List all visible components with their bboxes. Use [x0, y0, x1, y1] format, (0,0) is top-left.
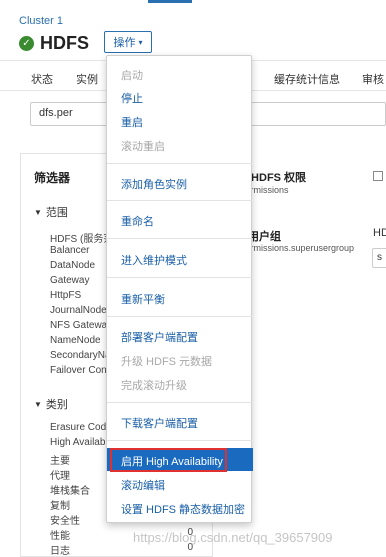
tab-status[interactable]: 状态 — [31, 71, 53, 87]
filter-title: 筛选器 — [34, 171, 71, 185]
menu-divider — [107, 316, 253, 317]
menu-item-download-client[interactable]: 下载客户端配置 — [121, 415, 198, 431]
service-name: HDFS — [40, 32, 89, 53]
filter-section-scope[interactable]: ▼ 范围 — [34, 204, 68, 220]
active-nav-indicator — [148, 0, 192, 3]
cluster-link[interactable]: Cluster 1 — [19, 15, 63, 27]
filter-section-category[interactable]: ▼ 类别 — [34, 396, 68, 412]
menu-divider — [107, 402, 253, 403]
chevron-down-icon: ▼ — [34, 399, 42, 409]
menu-item-finalize-upgrade: 完成滚动升级 — [121, 380, 187, 392]
tab-audit[interactable]: 审核 — [362, 71, 384, 87]
actions-label: 操作 — [113, 37, 136, 49]
menu-divider — [107, 200, 253, 201]
filter-section-label: 范围 — [45, 207, 68, 219]
menu-item-stop[interactable]: 停止 — [121, 90, 143, 106]
watermark: https://blog.csdn.net/qq_39657909 — [133, 530, 333, 545]
menu-divider — [107, 440, 253, 441]
chevron-down-icon: ▼ — [34, 207, 42, 217]
chevron-down-icon: ▾ — [138, 37, 143, 47]
menu-divider — [107, 238, 253, 239]
menu-divider — [107, 277, 253, 278]
menu-item-rename[interactable]: 重命名 — [121, 213, 154, 229]
actions-button[interactable]: 操作 ▾ — [104, 31, 152, 53]
actions-dropdown-menu: 启动 停止 重启 滚动重启 添加角色实例 重命名 进入维护模式 重新平衡 部署客… — [106, 55, 253, 523]
tab-instances[interactable]: 实例 — [76, 71, 98, 87]
permissions-checkbox[interactable] — [373, 171, 383, 181]
status-ok-icon: ✓ — [19, 35, 34, 51]
menu-item-rolling-restart: 滚动重启 — [121, 141, 165, 153]
menu-divider — [107, 163, 253, 164]
menu-item-rolling-edit[interactable]: 滚动编辑 — [121, 477, 165, 493]
menu-item-maintenance[interactable]: 进入维护模式 — [121, 252, 187, 268]
scope-label: HD — [373, 227, 386, 239]
menu-item-rebalance[interactable]: 重新平衡 — [121, 291, 165, 307]
filter-section-label: 类别 — [45, 399, 68, 411]
supergroup-input[interactable]: s — [372, 248, 386, 268]
menu-item-add-role[interactable]: 添加角色实例 — [121, 176, 187, 192]
menu-item-upgrade-metadata: 升级 HDFS 元数据 — [121, 356, 213, 368]
menu-item-encryption[interactable]: 设置 HDFS 静态数据加密 — [121, 501, 245, 517]
service-header: ✓ HDFS — [19, 32, 89, 54]
menu-item-deploy-client[interactable]: 部署客户端配置 — [121, 329, 198, 345]
menu-item-restart[interactable]: 重启 — [121, 114, 143, 130]
tab-cache-stats[interactable]: 缓存统计信息 — [274, 71, 340, 87]
annotation-box — [110, 448, 227, 472]
menu-item-start: 启动 — [121, 70, 143, 82]
